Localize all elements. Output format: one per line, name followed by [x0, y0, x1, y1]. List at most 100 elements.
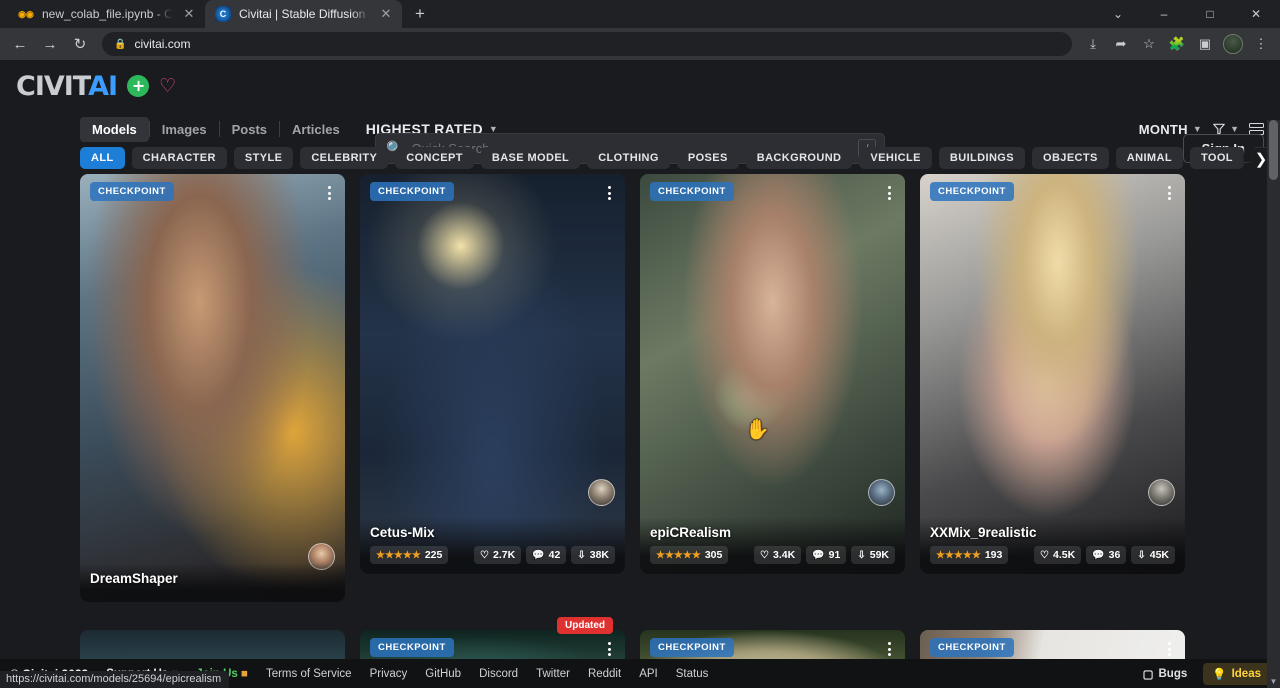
footer-link-status[interactable]: Status: [676, 668, 709, 680]
chrome-menu-icon[interactable]: ⋮: [1248, 31, 1274, 57]
model-card-dreamshaper[interactable]: CHECKPOINT DreamShaper: [80, 174, 345, 602]
create-plus-icon[interactable]: +: [127, 75, 149, 97]
tab-posts[interactable]: Posts: [220, 117, 279, 142]
card-stat-group: ♡ 2.7K 💬 42 ⇩ 38K: [474, 546, 615, 564]
chip-poses[interactable]: POSES: [677, 147, 739, 169]
scrollbar-thumb[interactable]: [1269, 120, 1278, 180]
rating-stat[interactable]: ★★★★★ 193: [930, 546, 1008, 564]
chip-all[interactable]: ALL: [80, 147, 125, 169]
browser-toolbar: ← → ↻ 🔒 civitai.com ⤓ ➦ ☆ 🧩 ▣ ⋮: [0, 28, 1280, 60]
browser-tab-civitai[interactable]: C Civitai | Stable Diffusion models, ✕: [205, 0, 402, 28]
badge-updated: Updated: [557, 617, 613, 634]
footer-link-discord[interactable]: Discord: [479, 668, 518, 680]
chip-animal[interactable]: ANIMAL: [1116, 147, 1183, 169]
downloads-stat[interactable]: ⇩ 38K: [571, 546, 615, 564]
browser-chrome: ◉◉ new_colab_file.ipynb - Colaborat... ✕…: [0, 0, 1280, 60]
reload-icon[interactable]: ↻: [66, 30, 94, 58]
card-menu-icon[interactable]: [321, 182, 337, 204]
model-title: Cetus-Mix: [370, 525, 615, 540]
category-chips-row: ALL CHARACTER STYLE CELEBRITY CONCEPT BA…: [0, 144, 1280, 174]
heart-icon[interactable]: ♡: [159, 77, 175, 96]
avatar[interactable]: [1148, 479, 1175, 506]
downloads-stat[interactable]: ⇩ 59K: [851, 546, 895, 564]
civitai-logo[interactable]: CIVITAI + ♡: [16, 71, 175, 102]
card-menu-icon[interactable]: [1161, 638, 1177, 660]
page-scrollbar[interactable]: ▼: [1267, 120, 1280, 688]
forward-icon[interactable]: →: [36, 30, 64, 58]
avatar[interactable]: [868, 479, 895, 506]
install-icon[interactable]: ⤓: [1080, 31, 1106, 57]
bugs-button[interactable]: ▢ Bugs: [1135, 663, 1196, 685]
browser-tab-colab[interactable]: ◉◉ new_colab_file.ipynb - Colaborat... ✕: [8, 0, 205, 28]
chip-vehicle[interactable]: VEHICLE: [859, 147, 931, 169]
chip-celebrity[interactable]: CELEBRITY: [300, 147, 388, 169]
extensions-icon[interactable]: 🧩: [1164, 31, 1190, 57]
chip-base-model[interactable]: BASE MODEL: [481, 147, 580, 169]
likes-count: 3.4K: [773, 549, 795, 561]
card-menu-icon[interactable]: [601, 182, 617, 204]
profile-avatar[interactable]: [1220, 31, 1246, 57]
tab-search-icon[interactable]: ⌄: [1096, 0, 1140, 28]
comments-stat[interactable]: 💬 91: [806, 546, 846, 564]
tab-models[interactable]: Models: [80, 117, 149, 142]
tab-close-icon[interactable]: ✕: [181, 6, 197, 22]
comments-stat[interactable]: 💬 36: [1086, 546, 1126, 564]
footer-link-terms-of-service[interactable]: Terms of Service: [266, 668, 352, 680]
downloads-count: 59K: [870, 549, 889, 561]
footer-link-api[interactable]: API: [639, 668, 658, 680]
chip-objects[interactable]: OBJECTS: [1032, 147, 1109, 169]
rating-count: 193: [985, 549, 1003, 561]
download-icon: ⇩: [1137, 550, 1145, 561]
card-menu-icon[interactable]: [601, 638, 617, 660]
chip-character[interactable]: CHARACTER: [132, 147, 227, 169]
ideas-button-label: Ideas: [1232, 668, 1261, 680]
chip-style[interactable]: STYLE: [234, 147, 293, 169]
tab-close-icon[interactable]: ✕: [378, 6, 394, 22]
tab-images[interactable]: Images: [150, 117, 219, 142]
new-tab-button[interactable]: +: [406, 0, 434, 28]
ideas-button[interactable]: 💡 Ideas: [1203, 663, 1270, 685]
civitai-icon: C: [215, 6, 231, 22]
model-card-cetus-mix[interactable]: CHECKPOINT Cetus-Mix ★★★★★ 225 ♡ 2.7K: [360, 174, 625, 574]
chip-tool[interactable]: TOOL: [1190, 147, 1244, 169]
footer-link-github[interactable]: GitHub: [425, 668, 461, 680]
rating-stat[interactable]: ★★★★★ 225: [370, 546, 448, 564]
tab-articles[interactable]: Articles: [280, 117, 352, 142]
likes-stat[interactable]: ♡ 4.5K: [1034, 546, 1081, 564]
footer-link-reddit[interactable]: Reddit: [588, 668, 621, 680]
avatar[interactable]: [588, 479, 615, 506]
likes-stat[interactable]: ♡ 2.7K: [474, 546, 521, 564]
side-panel-icon[interactable]: ▣: [1192, 31, 1218, 57]
share-icon[interactable]: ➦: [1108, 31, 1134, 57]
lock-icon: 🔒: [114, 39, 126, 50]
chevron-down-icon: ▼: [1230, 124, 1239, 134]
card-menu-icon[interactable]: [1161, 182, 1177, 204]
chip-background[interactable]: BACKGROUND: [746, 147, 853, 169]
close-window-button[interactable]: ✕: [1234, 0, 1278, 28]
comment-icon: 💬: [1092, 550, 1104, 561]
model-card-xxmix-9realistic[interactable]: CHECKPOINT XXMix_9realistic ★★★★★ 193 ♡ …: [920, 174, 1185, 574]
model-card-epicrealism[interactable]: CHECKPOINT epiCRealism ★★★★★ 305 ♡ 3.4K: [640, 174, 905, 574]
card-menu-icon[interactable]: [881, 182, 897, 204]
downloads-stat[interactable]: ⇩ 45K: [1131, 546, 1175, 564]
bookmark-star-icon[interactable]: ☆: [1136, 31, 1162, 57]
maximize-button[interactable]: □: [1188, 0, 1232, 28]
footer-link-privacy[interactable]: Privacy: [370, 668, 408, 680]
scroll-down-arrow-icon[interactable]: ▼: [1267, 677, 1280, 686]
minimize-button[interactable]: –: [1142, 0, 1186, 28]
chip-concept[interactable]: CONCEPT: [395, 147, 474, 169]
model-preview-image: [360, 174, 625, 574]
footer-link-twitter[interactable]: Twitter: [536, 668, 570, 680]
chip-buildings[interactable]: BUILDINGS: [939, 147, 1025, 169]
status-bar-url: https://civitai.com/models/25694/epicrea…: [0, 671, 229, 688]
card-menu-icon[interactable]: [881, 638, 897, 660]
likes-count: 4.5K: [1053, 549, 1075, 561]
likes-stat[interactable]: ♡ 3.4K: [754, 546, 801, 564]
model-preview-image: [640, 174, 905, 574]
chip-clothing[interactable]: CLOTHING: [587, 147, 670, 169]
back-icon[interactable]: ←: [6, 30, 34, 58]
comments-stat[interactable]: 💬 42: [526, 546, 566, 564]
star-rating-icons: ★★★★★: [656, 550, 701, 561]
address-bar[interactable]: 🔒 civitai.com: [102, 32, 1072, 56]
rating-stat[interactable]: ★★★★★ 305: [650, 546, 728, 564]
